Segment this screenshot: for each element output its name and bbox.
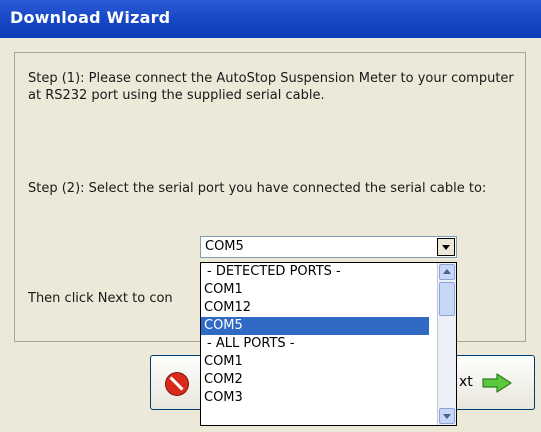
dropdown-option[interactable]: COM1 [201,353,429,371]
dropdown-group-header: - ALL PORTS - [207,336,295,351]
scroll-thumb[interactable] [439,282,455,316]
next-arrow-icon [482,373,512,393]
dropdown-option[interactable]: COM3 [201,389,429,407]
dropdown-option[interactable]: COM1 [201,281,429,299]
dropdown-option[interactable]: COM12 [201,299,429,317]
step1-text: Step (1): Please connect the AutoStop Su… [28,71,514,103]
title-bar: Download Wizard [0,0,541,38]
cancel-icon [165,372,189,396]
port-select[interactable]: COM5 [200,236,457,258]
port-dropdown-list[interactable]: - DETECTED PORTS - COM1 COM12 COM5- ALL POR… [200,262,457,426]
then-text: Then click Next to con [28,291,173,306]
dropdown-group-header: - DETECTED PORTS - [207,264,341,279]
dropdown-option[interactable]: COM2 [201,371,429,389]
window-title: Download Wizard [10,8,171,27]
next-button-label: xt [459,374,473,390]
port-options: - DETECTED PORTS - COM1 COM12 COM5- ALL POR… [201,263,429,407]
dropdown-option[interactable]: COM5 [201,317,429,335]
scroll-down-icon[interactable] [439,408,455,424]
dropdown-scrollbar[interactable] [437,263,456,425]
step2-text: Step (2): Select the serial port you hav… [28,181,487,196]
port-select-value: COM5 [205,239,244,254]
chevron-down-icon[interactable] [437,238,455,256]
scroll-up-icon[interactable] [439,264,455,280]
